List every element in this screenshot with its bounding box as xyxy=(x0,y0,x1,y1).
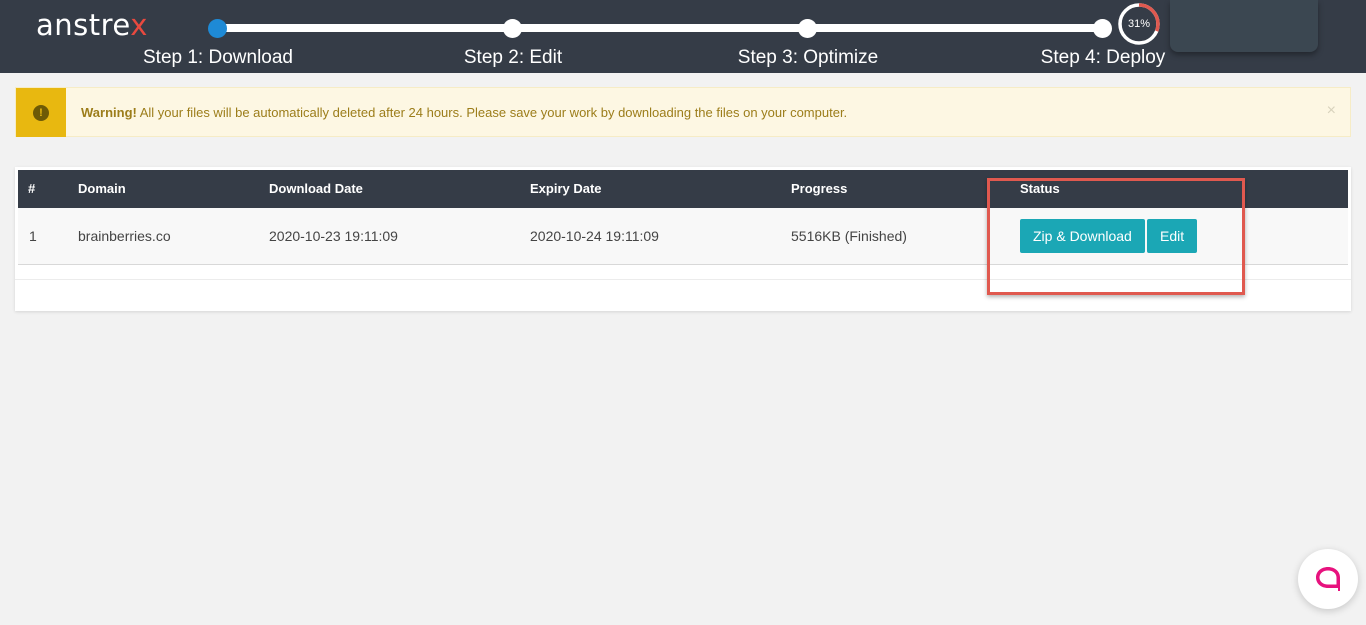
column-header-expiry-date: Expiry Date xyxy=(530,181,602,196)
downloads-card: # Domain Download Date Expiry Date Progr… xyxy=(15,167,1351,311)
table-row: 1 brainberries.co 2020-10-23 19:11:09 20… xyxy=(18,208,1348,265)
row-download-date: 2020-10-23 19:11:09 xyxy=(269,228,398,244)
user-menu-panel[interactable] xyxy=(1170,0,1318,52)
top-navigation-bar: anstrex Step 1: Download Step 2: Edit St… xyxy=(0,0,1366,73)
warning-alert: ! Warning! All your files will be automa… xyxy=(15,87,1351,137)
table-header: # Domain Download Date Expiry Date Progr… xyxy=(18,170,1348,208)
zip-download-button[interactable]: Zip & Download xyxy=(1020,219,1145,253)
chat-bubble-icon xyxy=(1316,567,1340,591)
step-3-label[interactable]: Step 3: Optimize xyxy=(738,47,878,69)
step-4-label[interactable]: Step 4: Deploy xyxy=(1041,47,1166,69)
alert-icon-box: ! xyxy=(16,88,66,137)
anstrex-logo[interactable]: anstrex xyxy=(36,8,148,42)
column-header-domain: Domain xyxy=(78,181,126,196)
logo-accent-text: x xyxy=(130,8,148,42)
progress-percent-text: 31% xyxy=(1127,18,1151,30)
column-header-download-date: Download Date xyxy=(269,181,363,196)
close-icon[interactable]: × xyxy=(1327,102,1336,120)
column-header-index: # xyxy=(28,181,36,196)
step-3-dot xyxy=(798,19,817,38)
overall-progress-ring: 31% xyxy=(1117,2,1161,46)
step-progress-track xyxy=(218,24,1104,32)
logo-text: anstre xyxy=(36,8,131,42)
row-expiry-date: 2020-10-24 19:11:09 xyxy=(530,228,659,244)
column-header-progress: Progress xyxy=(791,181,848,196)
step-2-dot xyxy=(503,19,522,38)
row-domain: brainberries.co xyxy=(78,228,171,244)
edit-button[interactable]: Edit xyxy=(1147,219,1198,253)
column-header-status: Status xyxy=(1020,181,1060,196)
step-2-label[interactable]: Step 2: Edit xyxy=(464,47,562,69)
alert-message: Warning! All your files will be automati… xyxy=(81,105,847,120)
step-1-label[interactable]: Step 1: Download xyxy=(143,47,293,69)
downloads-table: # Domain Download Date Expiry Date Progr… xyxy=(18,170,1348,265)
chat-launcher-button[interactable] xyxy=(1298,549,1358,609)
alert-title: Warning! xyxy=(81,105,137,120)
exclamation-icon: ! xyxy=(33,105,49,121)
step-1-dot xyxy=(208,19,227,38)
alert-body: All your files will be automatically del… xyxy=(136,105,848,120)
row-progress: 5516KB (Finished) xyxy=(791,228,907,244)
row-index: 1 xyxy=(29,228,37,244)
card-divider xyxy=(15,279,1351,280)
step-4-dot xyxy=(1093,19,1112,38)
